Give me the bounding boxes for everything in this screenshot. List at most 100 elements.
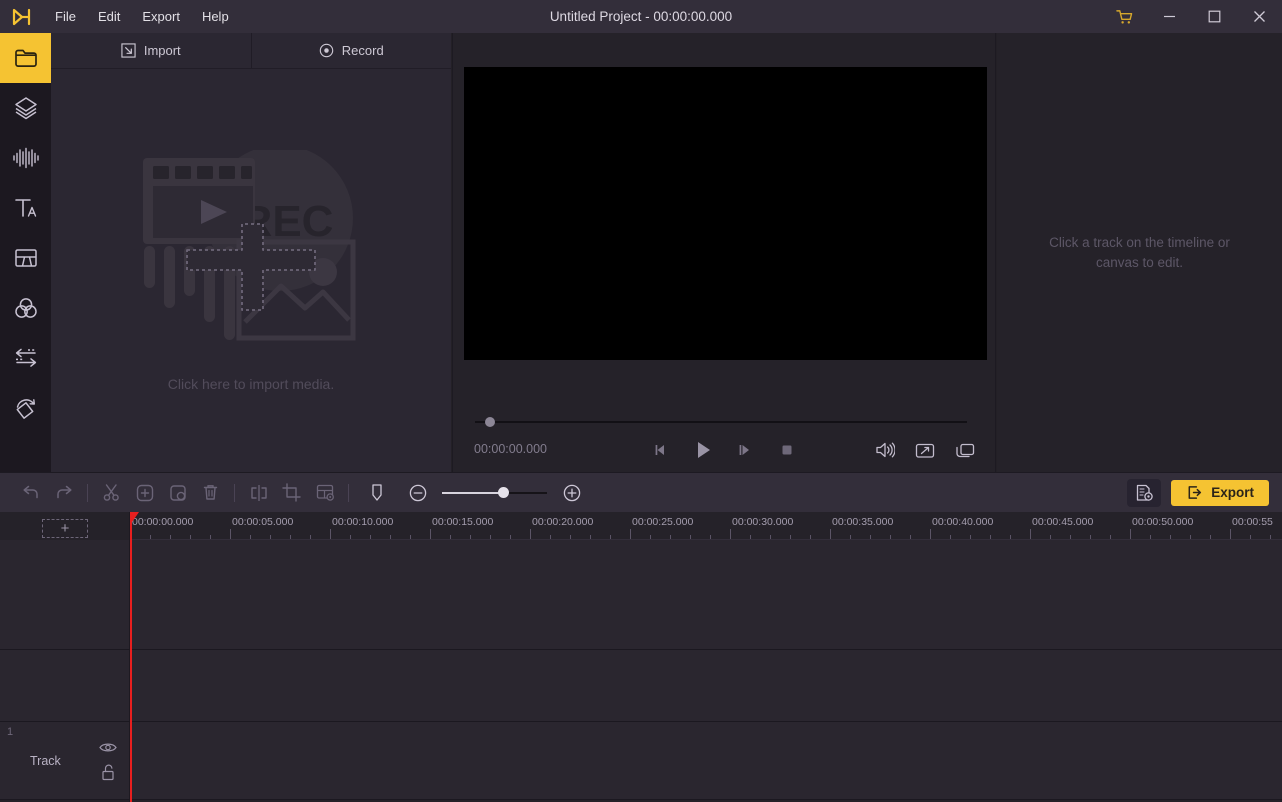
step-back-icon bbox=[655, 445, 664, 455]
pip-button[interactable] bbox=[308, 478, 341, 508]
menu-edit[interactable]: Edit bbox=[87, 5, 131, 28]
import-arrow-icon bbox=[121, 43, 136, 58]
minimize-icon bbox=[1164, 15, 1175, 18]
ruler-label: 00:00:40.000 bbox=[932, 516, 994, 528]
menu-export[interactable]: Export bbox=[131, 5, 191, 28]
ruler-label: 00:00:20.000 bbox=[532, 516, 594, 528]
sidebar-item-stickers[interactable] bbox=[0, 83, 51, 133]
menu-file[interactable]: File bbox=[44, 5, 87, 28]
toolbar-divider-2 bbox=[234, 483, 235, 502]
media-import-dropzone[interactable]: REC Click here to import media. bbox=[51, 69, 451, 472]
import-hint-text: Click here to import media. bbox=[167, 375, 335, 392]
preview-view-controls bbox=[872, 437, 978, 463]
next-frame-button[interactable] bbox=[732, 437, 758, 463]
fullscreen-icon bbox=[915, 443, 935, 458]
track-header[interactable] bbox=[0, 540, 130, 649]
snapshot-button[interactable] bbox=[952, 437, 978, 463]
track-header[interactable] bbox=[0, 650, 130, 721]
marker-button[interactable] bbox=[360, 478, 393, 508]
shopping-cart-icon bbox=[1116, 9, 1133, 24]
tab-record-label: Record bbox=[341, 43, 384, 58]
sidebar-item-filters[interactable] bbox=[0, 283, 51, 333]
stop-button[interactable] bbox=[774, 437, 800, 463]
ruler-label: 00:00:25.000 bbox=[632, 516, 694, 528]
fullscreen-button[interactable] bbox=[912, 437, 938, 463]
toolbar-divider-1 bbox=[87, 483, 88, 502]
color-circles-icon bbox=[14, 298, 37, 318]
redo-icon bbox=[56, 485, 72, 498]
play-button[interactable] bbox=[690, 437, 716, 463]
duplicate-screen-icon bbox=[956, 443, 975, 457]
mirror-icon bbox=[250, 484, 267, 501]
tab-record[interactable]: Record bbox=[250, 33, 451, 68]
ruler-label: 00:00:55 bbox=[1232, 516, 1273, 528]
previous-frame-button[interactable] bbox=[648, 437, 674, 463]
export-button[interactable]: Export bbox=[1171, 479, 1269, 506]
maximize-button[interactable] bbox=[1192, 0, 1237, 33]
ruler-label: 00:00:00.000 bbox=[132, 516, 194, 528]
render-settings-icon bbox=[1137, 484, 1153, 501]
audio-waveform-icon bbox=[12, 147, 39, 169]
crop-button[interactable] bbox=[275, 478, 308, 508]
timeline-zoom-slider[interactable] bbox=[442, 483, 547, 503]
playback-scrubber[interactable] bbox=[465, 414, 973, 430]
render-settings-button[interactable] bbox=[1127, 478, 1162, 507]
split-button[interactable] bbox=[95, 478, 128, 508]
zoom-slider-handle[interactable] bbox=[497, 486, 509, 498]
duplicate-button[interactable] bbox=[161, 478, 194, 508]
volume-button[interactable] bbox=[872, 437, 898, 463]
stop-icon bbox=[782, 445, 792, 455]
timeline-track-row-3[interactable]: 1 Track bbox=[0, 722, 1282, 800]
title-bar: File Edit Export Help Untitled Project -… bbox=[0, 0, 1282, 33]
timeline-track-row-2[interactable] bbox=[0, 650, 1282, 722]
redo-button[interactable] bbox=[47, 478, 80, 508]
delete-button[interactable] bbox=[194, 478, 227, 508]
track-lane[interactable] bbox=[130, 650, 1282, 721]
video-canvas[interactable] bbox=[464, 67, 987, 360]
track-lane[interactable] bbox=[130, 540, 1282, 649]
timeline-ruler[interactable]: 00:00:00.000 00:00:05.000 00:00:10.000 00:0… bbox=[130, 512, 1282, 540]
sidebar-item-transitions[interactable] bbox=[0, 333, 51, 383]
marker-icon bbox=[371, 483, 382, 501]
minimize-button[interactable] bbox=[1147, 0, 1192, 33]
play-icon bbox=[698, 442, 710, 458]
track-label: Track bbox=[30, 753, 61, 768]
transition-arrows-icon bbox=[15, 348, 36, 367]
tab-import[interactable]: Import bbox=[51, 33, 251, 68]
split-layout-icon bbox=[14, 249, 37, 267]
export-button-label: Export bbox=[1211, 485, 1254, 500]
app-logo bbox=[0, 7, 44, 27]
eye-icon bbox=[99, 743, 117, 751]
zoom-in-button[interactable] bbox=[555, 478, 588, 508]
undo-button[interactable] bbox=[14, 478, 47, 508]
scrubber-handle[interactable] bbox=[484, 417, 495, 427]
track-controls bbox=[99, 741, 117, 780]
mirror-button[interactable] bbox=[242, 478, 275, 508]
step-forward-icon bbox=[739, 445, 749, 455]
track-lane[interactable] bbox=[130, 722, 1282, 799]
sidebar-item-text[interactable] bbox=[0, 183, 51, 233]
zoom-out-button[interactable] bbox=[401, 478, 434, 508]
sidebar-item-audio[interactable] bbox=[0, 133, 51, 183]
track-visibility-button[interactable] bbox=[99, 741, 117, 753]
menu-help[interactable]: Help bbox=[191, 5, 240, 28]
zoom-in-icon bbox=[563, 484, 580, 501]
timeline-toolbar: Export bbox=[0, 472, 1282, 512]
ruler-label: 00:00:45.000 bbox=[1032, 516, 1094, 528]
add-track-button[interactable]: + bbox=[42, 519, 88, 538]
close-button[interactable] bbox=[1237, 0, 1282, 33]
track-header[interactable]: 1 Track bbox=[0, 722, 130, 799]
add-clip-button[interactable] bbox=[128, 478, 161, 508]
tab-import-label: Import bbox=[143, 43, 181, 58]
ruler-label: 00:00:10.000 bbox=[332, 516, 394, 528]
sidebar-item-media[interactable] bbox=[0, 33, 51, 83]
unlock-icon bbox=[102, 764, 114, 780]
video-editor-window: File Edit Export Help Untitled Project -… bbox=[0, 0, 1282, 802]
sidebar-item-effects[interactable] bbox=[0, 383, 51, 433]
timeline-track-row-1[interactable] bbox=[0, 540, 1282, 650]
copy-icon bbox=[169, 484, 186, 501]
shopping-cart-button[interactable] bbox=[1102, 0, 1147, 33]
sidebar-item-templates[interactable] bbox=[0, 233, 51, 283]
track-lock-button[interactable] bbox=[100, 763, 116, 780]
record-dot-icon bbox=[319, 43, 334, 58]
